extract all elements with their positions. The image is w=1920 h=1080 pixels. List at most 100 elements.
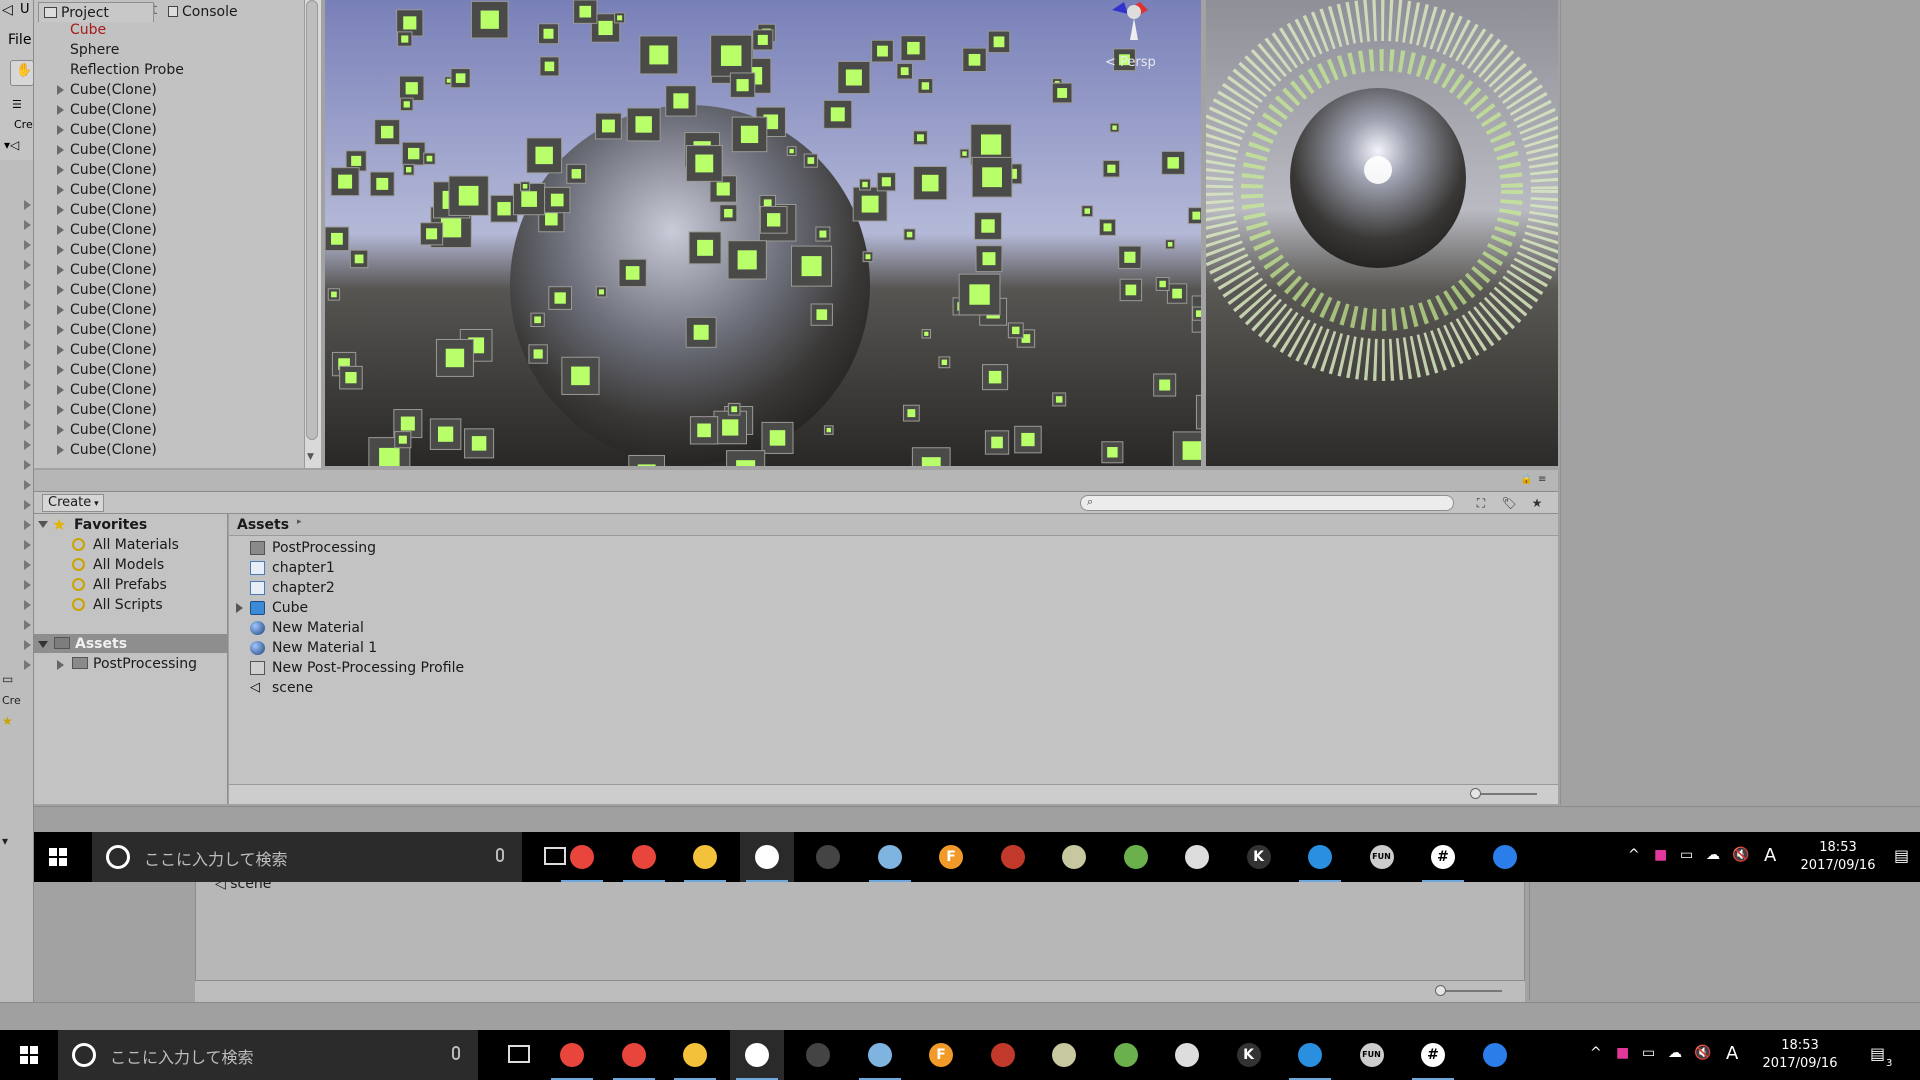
favorite-star-icon[interactable]: ★ (1526, 494, 1548, 512)
expand-arrow-icon[interactable] (57, 205, 64, 215)
hierarchy-item[interactable]: Cube(Clone) (70, 280, 157, 300)
collapsed-arrow-icon[interactable] (24, 440, 31, 450)
hierarchy-item[interactable]: Cube(Clone) (70, 220, 157, 240)
expand-arrow-icon[interactable] (57, 225, 64, 235)
start-button[interactable] (34, 832, 82, 882)
asset-item[interactable]: New Material 1 (272, 638, 377, 658)
expand-arrow-icon[interactable] (57, 185, 64, 195)
taskbar-app-fusion[interactable]: F (914, 1030, 968, 1080)
taskbar-app-fun-app[interactable]: FUN (1355, 832, 1409, 882)
filter-by-type-icon[interactable]: ⛶ (1470, 494, 1492, 512)
expand-arrow-icon[interactable] (57, 125, 64, 135)
icon-size-slider-track[interactable] (1475, 793, 1537, 795)
create-button[interactable]: Create ▾ (42, 494, 104, 512)
hierarchy-item[interactable]: Reflection Probe (70, 60, 184, 80)
hierarchy-item[interactable]: Cube(Clone) (70, 160, 157, 180)
notification-center-icon[interactable]: ▤ (1894, 846, 1909, 865)
taskbar-app-k-app[interactable]: K (1232, 832, 1286, 882)
scene-view[interactable] (325, 0, 1201, 466)
expand-arrow-icon[interactable] (57, 105, 64, 115)
collapsed-arrow-icon[interactable] (24, 320, 31, 330)
hierarchy-item[interactable]: Cube(Clone) (70, 100, 157, 120)
taskbar-app-gem[interactable] (986, 832, 1040, 882)
asset-item[interactable]: scene (272, 678, 313, 698)
ime-indicator[interactable]: A (1726, 1043, 1738, 1064)
tray-app-icon[interactable]: ■ (1616, 1045, 1629, 1061)
collapsed-arrow-icon[interactable] (24, 600, 31, 610)
tab-project[interactable]: Project (38, 2, 154, 22)
icon-size-slider-knob[interactable] (1470, 788, 1481, 799)
hierarchy-item[interactable]: Cube (70, 20, 106, 40)
taskbar-app-android-studio[interactable] (1099, 1030, 1153, 1080)
expand-arrow-icon[interactable] (57, 285, 64, 295)
taskbar-app-unity[interactable] (739, 832, 794, 882)
taskbar-app-slack[interactable]: # (1406, 1030, 1460, 1080)
hierarchy-item[interactable]: Cube(Clone) (70, 140, 157, 160)
asset-item[interactable]: chapter1 (272, 558, 335, 578)
collapsed-arrow-icon[interactable] (24, 660, 31, 670)
expand-arrow-icon[interactable] (57, 365, 64, 375)
volume-muted-icon[interactable]: 🔇 (1694, 1045, 1711, 1061)
breadcrumb-assets[interactable]: Assets (237, 515, 289, 535)
asset-item[interactable]: chapter2 (272, 578, 335, 598)
onedrive-cloud-icon[interactable]: ☁ (1668, 1045, 1682, 1061)
taskbar-app-chrome[interactable] (555, 832, 609, 882)
hierarchy-item[interactable]: Sphere (70, 40, 119, 60)
collapsed-arrow-icon[interactable] (24, 500, 31, 510)
panel-menu-icon[interactable]: ≡ (1538, 474, 1546, 485)
collapsed-arrow-icon[interactable] (24, 280, 31, 290)
collapsed-arrow-icon[interactable] (24, 200, 31, 210)
taskbar-app-paint[interactable] (853, 1030, 907, 1080)
asset-item[interactable]: New Post-Processing Profile (272, 658, 464, 678)
tree-postprocessing-label[interactable]: PostProcessing (93, 654, 197, 674)
favorite-item[interactable]: All Materials (93, 535, 179, 555)
taskbar-app-gem[interactable] (976, 1030, 1030, 1080)
asset-item[interactable]: Cube (272, 598, 308, 618)
volume-muted-icon[interactable]: 🔇 (1732, 847, 1749, 863)
taskbar-app-vscode[interactable] (1283, 1030, 1337, 1080)
hierarchy-item[interactable]: Cube(Clone) (70, 80, 157, 100)
collapsed-arrow-icon[interactable] (24, 420, 31, 430)
asset-item[interactable]: PostProcessing (272, 538, 376, 558)
collapsed-arrow-icon[interactable] (24, 540, 31, 550)
taskbar-app-file-explorer[interactable] (678, 832, 732, 882)
microphone-icon[interactable] (452, 1046, 460, 1060)
favorites-expand-icon[interactable] (38, 521, 48, 528)
taskbar-app-settings-app[interactable] (1047, 832, 1101, 882)
expand-arrow-icon[interactable] (57, 245, 64, 255)
taskbar-app-vscode[interactable] (1293, 832, 1347, 882)
taskbar-app-maps[interactable] (1478, 832, 1532, 882)
taskbar-app-slack[interactable]: # (1416, 832, 1470, 882)
persp-label[interactable]: < Persp (1105, 55, 1156, 70)
hierarchy-item[interactable]: Cube(Clone) (70, 400, 157, 420)
taskbar-clock[interactable]: 18:53 2017/09/16 (1793, 839, 1883, 875)
expand-arrow-icon[interactable] (57, 85, 64, 95)
favorite-item[interactable]: All Scripts (93, 595, 163, 615)
expand-arrow-icon[interactable] (236, 603, 243, 613)
hierarchy-item[interactable]: Cube(Clone) (70, 340, 157, 360)
hierarchy-item[interactable]: Cube(Clone) (70, 120, 157, 140)
taskbar-app-maps[interactable] (1468, 1030, 1522, 1080)
task-view-icon[interactable] (508, 1045, 530, 1063)
favorite-item[interactable]: All Prefabs (93, 575, 167, 595)
scene-root-toggle[interactable]: ▾◁ (4, 138, 19, 152)
game-view[interactable] (1206, 0, 1558, 466)
favorite-item[interactable]: All Models (93, 555, 164, 575)
hierarchy-item[interactable]: Cube(Clone) (70, 440, 157, 460)
tab-console[interactable]: Console (160, 2, 280, 22)
taskbar-app-terminal[interactable] (791, 1030, 845, 1080)
hierarchy-item[interactable]: Cube(Clone) (70, 240, 157, 260)
collapsed-arrow-icon[interactable] (24, 640, 31, 650)
taskbar-app-k-app[interactable]: K (1222, 1030, 1276, 1080)
project-search-input[interactable]: ⌕ (1080, 495, 1454, 511)
collapsed-arrow-icon[interactable] (24, 260, 31, 270)
hierarchy-item[interactable]: Cube(Clone) (70, 260, 157, 280)
postprocessing-expand-icon[interactable] (57, 660, 64, 670)
collapsed-arrow-icon[interactable] (24, 340, 31, 350)
battery-icon[interactable]: ▭ (1642, 1045, 1655, 1061)
collapsed-arrow-icon[interactable] (24, 300, 31, 310)
collapsed-arrow-icon[interactable] (24, 380, 31, 390)
collapsed-arrow-icon[interactable] (24, 560, 31, 570)
taskbar-app-fusion[interactable]: F (924, 832, 978, 882)
expand-arrow-icon[interactable] (57, 405, 64, 415)
